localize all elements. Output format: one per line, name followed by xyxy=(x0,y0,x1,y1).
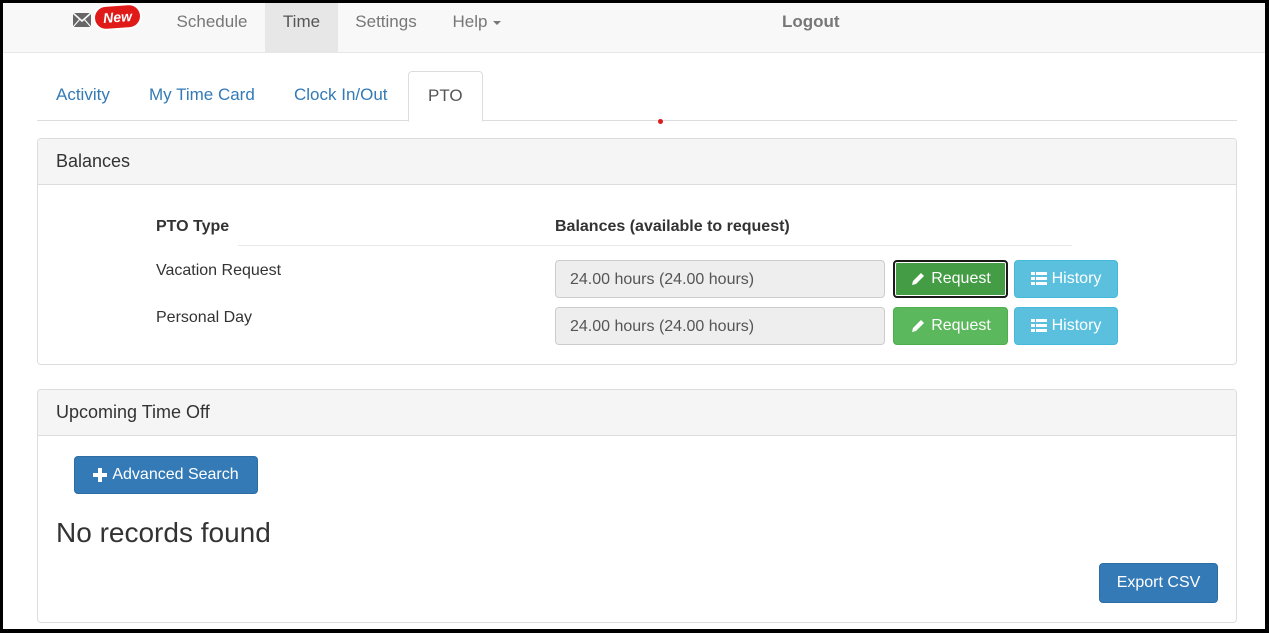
advanced-search-label: Advanced Search xyxy=(112,466,239,483)
tab-pto[interactable]: PTO xyxy=(408,71,483,122)
history-label: History xyxy=(1051,317,1102,334)
new-badge[interactable]: New xyxy=(94,4,141,30)
envelope-icon[interactable] xyxy=(72,12,92,32)
app-frame: New Schedule Time Settings Help Logout A… xyxy=(3,3,1265,629)
balance-vacation: 24.00 hours (24.00 hours) xyxy=(555,260,885,298)
history-button-personal[interactable]: History xyxy=(1014,307,1118,345)
balance-personal: 24.00 hours (24.00 hours) xyxy=(555,307,885,345)
export-csv-button[interactable]: Export CSV xyxy=(1099,563,1218,603)
history-button-vacation[interactable]: History xyxy=(1014,260,1118,298)
col-balances: Balances (available to request) xyxy=(555,218,790,235)
logout-link[interactable]: Logout xyxy=(782,3,840,41)
upcoming-panel: Upcoming Time Off Advanced Search No rec… xyxy=(37,389,1237,623)
plus-icon xyxy=(93,468,108,482)
pto-type-vacation: Vacation Request xyxy=(156,262,282,279)
time-tabs: Activity My Time Card Clock In/Out PTO xyxy=(37,71,1237,122)
tab-my-time-card[interactable]: My Time Card xyxy=(130,71,274,119)
balances-panel: Balances PTO Type Balances (available to… xyxy=(37,138,1237,365)
tab-activity[interactable]: Activity xyxy=(37,71,129,119)
pencil-icon xyxy=(912,320,925,332)
col-pto-type: PTO Type xyxy=(156,218,230,235)
nav-time[interactable]: Time xyxy=(265,3,338,52)
nav-help[interactable]: Help xyxy=(434,3,520,52)
list-icon xyxy=(1030,319,1047,332)
top-navbar: New Schedule Time Settings Help Logout xyxy=(3,3,1265,53)
indicator-dot xyxy=(658,119,663,124)
nav-settings[interactable]: Settings xyxy=(338,3,434,52)
no-records-message: No records found xyxy=(56,517,271,548)
advanced-search-button[interactable]: Advanced Search xyxy=(74,456,258,494)
balances-heading: Balances xyxy=(38,139,1236,185)
tab-clock-in-out[interactable]: Clock In/Out xyxy=(275,71,407,119)
upcoming-heading: Upcoming Time Off xyxy=(38,390,1236,436)
pto-type-personal: Personal Day xyxy=(156,309,253,326)
caret-down-icon xyxy=(493,20,502,25)
history-label: History xyxy=(1051,270,1102,287)
request-button-vacation[interactable]: Request xyxy=(893,260,1008,298)
request-label: Request xyxy=(931,317,991,334)
request-label: Request xyxy=(931,270,991,287)
pencil-icon xyxy=(912,273,925,285)
list-icon xyxy=(1030,272,1047,285)
nav-help-label: Help xyxy=(452,12,488,31)
nav-schedule[interactable]: Schedule xyxy=(162,3,262,52)
request-button-personal[interactable]: Request xyxy=(893,307,1008,345)
header-divider xyxy=(238,245,1072,246)
